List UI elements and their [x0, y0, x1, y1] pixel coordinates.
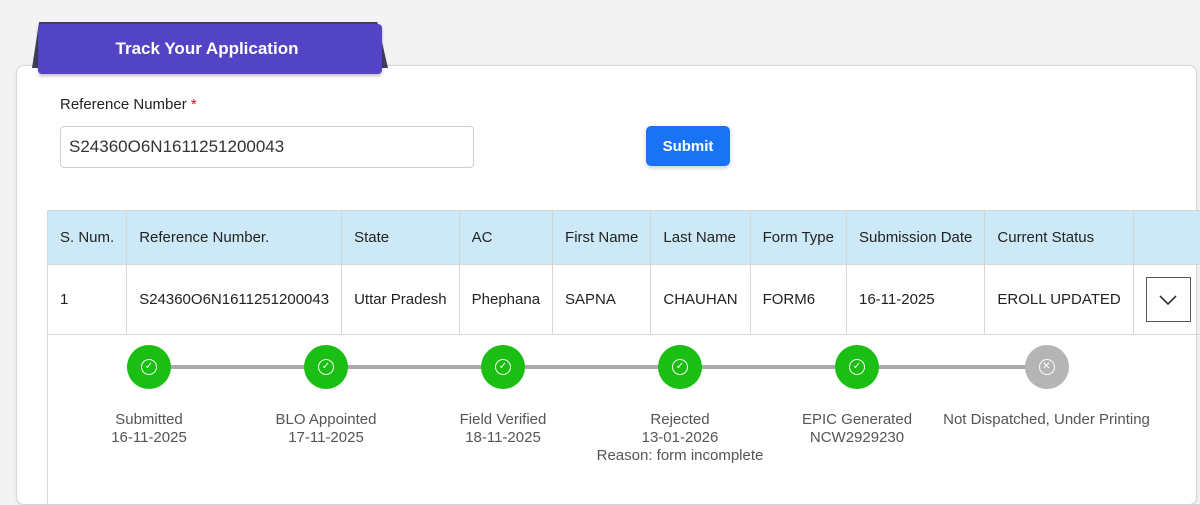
col-header: Submission Date [847, 211, 985, 265]
reference-input[interactable] [60, 126, 474, 168]
table-row: 1 S24360O6N1611251200043 Uttar Pradesh P… [48, 265, 1200, 335]
step-title: Rejected [580, 411, 780, 429]
step-label: BLO Appointed 17-11-2025 [226, 411, 426, 447]
step-label: Field Verified 18-11-2025 [403, 411, 603, 447]
step-title: BLO Appointed [226, 411, 426, 429]
col-header: AC [459, 211, 552, 265]
step-not-dispatched: ✕ Not Dispatched, Under Printing [934, 345, 1159, 429]
step-status-dot: ✓ [304, 345, 348, 389]
step-status-dot: ✓ [127, 345, 171, 389]
col-header: Last Name [651, 211, 750, 265]
step-blo-appointed: ✓ BLO Appointed 17-11-2025 [226, 345, 426, 447]
step-date: 16-11-2025 [49, 429, 249, 447]
cell-reference: S24360O6N1611251200043 [127, 265, 342, 335]
step-date: 17-11-2025 [226, 429, 426, 447]
col-header: First Name [553, 211, 651, 265]
cell-ac: Phephana [459, 265, 552, 335]
step-title: EPIC Generated [757, 411, 957, 429]
step-title: Submitted [49, 411, 249, 429]
col-header: State [342, 211, 460, 265]
reference-label-text: Reference Number [60, 96, 187, 113]
check-icon: ✓ [318, 359, 334, 375]
reference-label: Reference Number * [60, 96, 197, 113]
tab-title: Track Your Application [38, 24, 382, 74]
step-label: Rejected 13-01-2026 Reason: form incompl… [580, 411, 780, 465]
step-label: Not Dispatched, Under Printing [934, 411, 1159, 429]
required-mark: * [191, 96, 197, 113]
check-icon: ✓ [141, 359, 157, 375]
step-status-dot: ✕ [1025, 345, 1069, 389]
step-status-dot: ✓ [835, 345, 879, 389]
step-field-verified: ✓ Field Verified 18-11-2025 [403, 345, 603, 447]
step-label: EPIC Generated NCW2929230 [757, 411, 957, 447]
cell-expand [1133, 265, 1200, 335]
col-header: Form Type [750, 211, 846, 265]
check-icon: ✓ [495, 359, 511, 375]
step-submitted: ✓ Submitted 16-11-2025 [49, 345, 249, 447]
col-header: Current Status [985, 211, 1133, 265]
cell-form-type: FORM6 [750, 265, 846, 335]
col-header: S. Num. [48, 211, 127, 265]
step-label: Submitted 16-11-2025 [49, 411, 249, 447]
applications-table: S. Num. Reference Number. State AC First… [47, 210, 1200, 505]
submit-button[interactable]: Submit [646, 126, 730, 166]
step-date: 13-01-2026 [580, 429, 780, 447]
cross-icon: ✕ [1039, 359, 1055, 375]
track-tab: Track Your Application [32, 22, 388, 74]
step-note: Reason: form incomplete [580, 447, 780, 465]
step-title: Field Verified [403, 411, 603, 429]
table-header-row: S. Num. Reference Number. State AC First… [48, 211, 1200, 265]
progress-row: ✓ Submitted 16-11-2025 ✓ BLO Appointed 1… [48, 335, 1200, 505]
check-icon: ✓ [672, 359, 688, 375]
step-status-dot: ✓ [658, 345, 702, 389]
step-rejected: ✓ Rejected 13-01-2026 Reason: form incom… [580, 345, 780, 465]
col-header: Reference Number. [127, 211, 342, 265]
check-icon: ✓ [849, 359, 865, 375]
step-status-dot: ✓ [481, 345, 525, 389]
cell-submission-date: 16-11-2025 [847, 265, 985, 335]
step-epic-generated: ✓ EPIC Generated NCW2929230 [757, 345, 957, 447]
expand-row-button[interactable] [1146, 277, 1191, 322]
step-date: NCW2929230 [757, 429, 957, 447]
progress-cell: ✓ Submitted 16-11-2025 ✓ BLO Appointed 1… [48, 335, 1200, 505]
cell-serial: 1 [48, 265, 127, 335]
cell-last-name: CHAUHAN [651, 265, 750, 335]
cell-state: Uttar Pradesh [342, 265, 460, 335]
step-date: 18-11-2025 [403, 429, 603, 447]
cell-current-status: EROLL UPDATED [985, 265, 1133, 335]
chevron-down-icon [1159, 295, 1177, 305]
step-title: Not Dispatched, Under Printing [934, 411, 1159, 429]
col-header [1133, 211, 1200, 265]
cell-first-name: SAPNA [553, 265, 651, 335]
